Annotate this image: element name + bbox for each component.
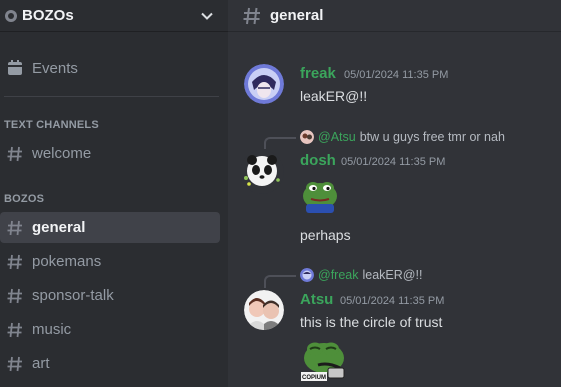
events-item[interactable]: Events — [0, 52, 220, 84]
hash-icon — [6, 287, 24, 305]
reply-preview[interactable]: @Atsu btw u guys free tmr or nah — [300, 130, 505, 144]
copium-pepe-sticker[interactable]: COPIUM — [300, 336, 350, 387]
channel-general[interactable]: general — [0, 212, 220, 243]
reply-connector — [264, 137, 296, 149]
avatar-dosh[interactable] — [240, 150, 284, 194]
chat-area: general freak 05/01/2024 11:35 PM leakER… — [228, 0, 561, 387]
channel-label: art — [32, 355, 50, 372]
channel-pokemans[interactable]: pokemans — [0, 246, 220, 277]
server-name: BOZOs — [22, 7, 74, 24]
hash-icon — [6, 321, 24, 339]
channel-sponsor-talk[interactable]: sponsor-talk — [0, 280, 220, 311]
reply-avatar — [300, 268, 314, 282]
server-header[interactable]: BOZOs — [0, 0, 228, 32]
timestamp: 05/01/2024 11:35 PM — [340, 295, 445, 307]
channel-welcome[interactable]: welcome — [0, 138, 220, 169]
reply-avatar — [300, 130, 314, 144]
category-text-channels[interactable]: TEXT CHANNELS — [4, 119, 99, 131]
pepe-sticker[interactable] — [300, 174, 340, 219]
message-text: this is the circle of trust — [300, 314, 443, 330]
server-badge-icon — [4, 9, 18, 23]
hash-icon — [6, 355, 24, 373]
channel-music[interactable]: music — [0, 314, 220, 345]
timestamp: 05/01/2024 11:35 PM — [341, 156, 446, 168]
reply-text: leakER@!! — [362, 268, 423, 282]
category-bozos[interactable]: BOZOS — [4, 193, 44, 205]
channel-label: music — [32, 321, 72, 338]
avatar-freak[interactable] — [244, 64, 284, 104]
calendar-icon — [6, 59, 24, 77]
hash-icon — [242, 6, 262, 26]
reply-mention[interactable]: @Atsu — [318, 130, 356, 144]
channel-title: general — [270, 7, 324, 24]
channel-header: general — [228, 0, 561, 32]
channel-art[interactable]: art — [0, 348, 220, 379]
server-name-wrap: BOZOs — [4, 7, 74, 24]
channel-label: general — [32, 219, 86, 236]
sidebar-divider — [4, 96, 219, 97]
author-name[interactable]: dosh — [300, 152, 336, 169]
reply-mention[interactable]: @freak — [318, 268, 358, 282]
message-text: leakER@!! — [300, 88, 368, 104]
hash-icon — [6, 219, 24, 237]
channel-label: welcome — [32, 145, 92, 162]
author-name[interactable]: freak — [300, 65, 336, 82]
author-name[interactable]: Atsu — [300, 291, 333, 308]
events-label: Events — [32, 59, 78, 77]
message-text: perhaps — [300, 227, 351, 243]
reply-text: btw u guys free tmr or nah — [359, 130, 505, 144]
reply-connector — [264, 275, 296, 288]
avatar-atsu[interactable] — [244, 290, 284, 330]
timestamp: 05/01/2024 11:35 PM — [344, 69, 449, 81]
channel-sidebar: BOZOs Events TEXT CHANNELS welcome BOZOS — [0, 0, 228, 387]
chevron-down-icon[interactable] — [200, 9, 214, 23]
reply-preview[interactable]: @freak leakER@!! — [300, 268, 422, 282]
channel-label: sponsor-talk — [32, 287, 114, 304]
hash-icon — [6, 253, 24, 271]
hash-icon — [6, 145, 24, 163]
sticker-caption: COPIUM — [302, 375, 326, 381]
channel-label: pokemans — [32, 253, 102, 270]
